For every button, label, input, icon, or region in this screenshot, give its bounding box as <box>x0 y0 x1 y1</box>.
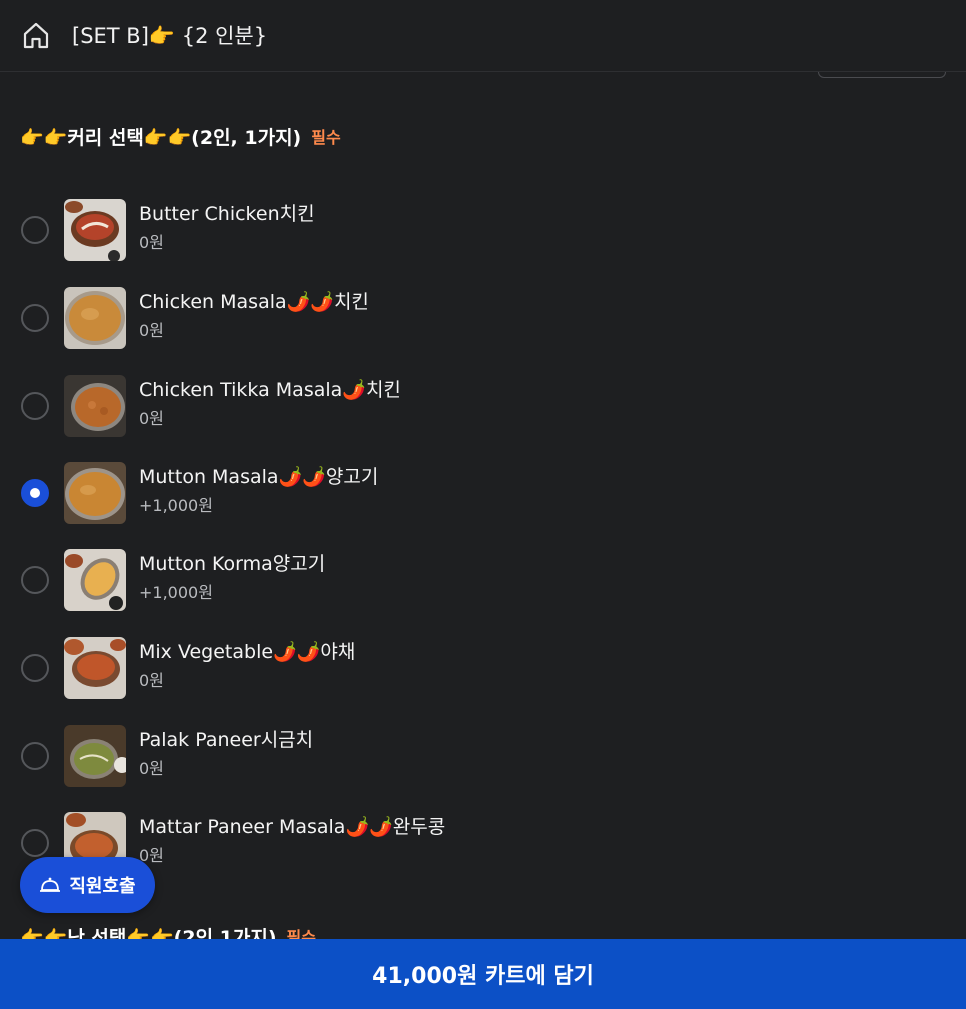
option-price: +1,000원 <box>139 583 213 602</box>
option-name: Chicken Tikka Masala🌶️치킨 <box>139 379 401 401</box>
curry-option[interactable]: Mix Vegetable🌶️🌶️야채 0원 <box>0 637 966 725</box>
option-price: 0원 <box>139 409 164 428</box>
curry-section-header: 👉👉커리 선택👉👉(2인, 1가지) 필수 <box>20 121 341 151</box>
curry-option[interactable]: Chicken Masala🌶️🌶️치킨 0원 <box>0 287 966 375</box>
top-header: [SET B]👉 {2 인분} <box>0 0 966 72</box>
radio-button[interactable] <box>21 392 49 420</box>
page-title: [SET B]👉 {2 인분} <box>72 24 268 48</box>
food-thumbnail <box>64 462 126 524</box>
food-thumbnail <box>64 199 126 261</box>
option-page: [SET B]👉 {2 인분} 👉👉커리 선택👉👉(2인, 1가지) 필수 Bu… <box>0 0 966 1009</box>
option-name: Butter Chicken치킨 <box>139 203 315 225</box>
curry-option[interactable]: Mutton Masala🌶️🌶️양고기 +1,000원 <box>0 462 966 550</box>
food-thumbnail <box>64 637 126 699</box>
radio-button[interactable] <box>21 216 49 244</box>
option-name: Mutton Korma양고기 <box>139 553 326 575</box>
add-to-cart-label: 41,000원 카트에 담기 <box>372 964 594 989</box>
radio-button[interactable] <box>21 654 49 682</box>
add-to-cart-button[interactable]: 41,000원 카트에 담기 <box>0 939 966 1009</box>
home-icon <box>23 22 49 49</box>
required-badge: 필수 <box>311 128 341 147</box>
food-thumbnail <box>64 375 126 437</box>
staff-call-button[interactable]: 직원호출 <box>20 857 155 913</box>
option-name: Mix Vegetable🌶️🌶️야채 <box>139 641 356 663</box>
food-thumbnail <box>64 549 126 611</box>
radio-button[interactable] <box>21 566 49 594</box>
curry-option[interactable]: Mutton Korma양고기 +1,000원 <box>0 549 966 637</box>
curry-option[interactable]: Palak Paneer시금치 0원 <box>0 725 966 813</box>
option-price: 0원 <box>139 671 164 690</box>
staff-call-label: 직원호출 <box>69 876 136 897</box>
option-price: 0원 <box>139 321 164 340</box>
option-price: 0원 <box>139 759 164 778</box>
option-name: Palak Paneer시금치 <box>139 729 314 751</box>
radio-button[interactable] <box>21 304 49 332</box>
option-price: +1,000원 <box>139 496 213 515</box>
option-price: 0원 <box>139 233 164 252</box>
option-name: Mutton Masala🌶️🌶️양고기 <box>139 466 379 488</box>
food-thumbnail <box>64 287 126 349</box>
food-thumbnail <box>64 725 126 787</box>
curry-option[interactable]: Butter Chicken치킨 0원 <box>0 199 966 287</box>
radio-button-selected[interactable] <box>21 479 49 507</box>
curry-option[interactable]: Chicken Tikka Masala🌶️치킨 0원 <box>0 375 966 463</box>
radio-button[interactable] <box>21 742 49 770</box>
curry-section-title: 👉👉커리 선택👉👉(2인, 1가지) <box>20 126 302 149</box>
radio-button[interactable] <box>21 829 49 857</box>
bell-icon <box>40 877 61 892</box>
option-name: Mattar Paneer Masala🌶️🌶️완두콩 <box>139 816 446 838</box>
option-name: Chicken Masala🌶️🌶️치킨 <box>139 291 369 313</box>
home-button[interactable] <box>20 20 52 52</box>
